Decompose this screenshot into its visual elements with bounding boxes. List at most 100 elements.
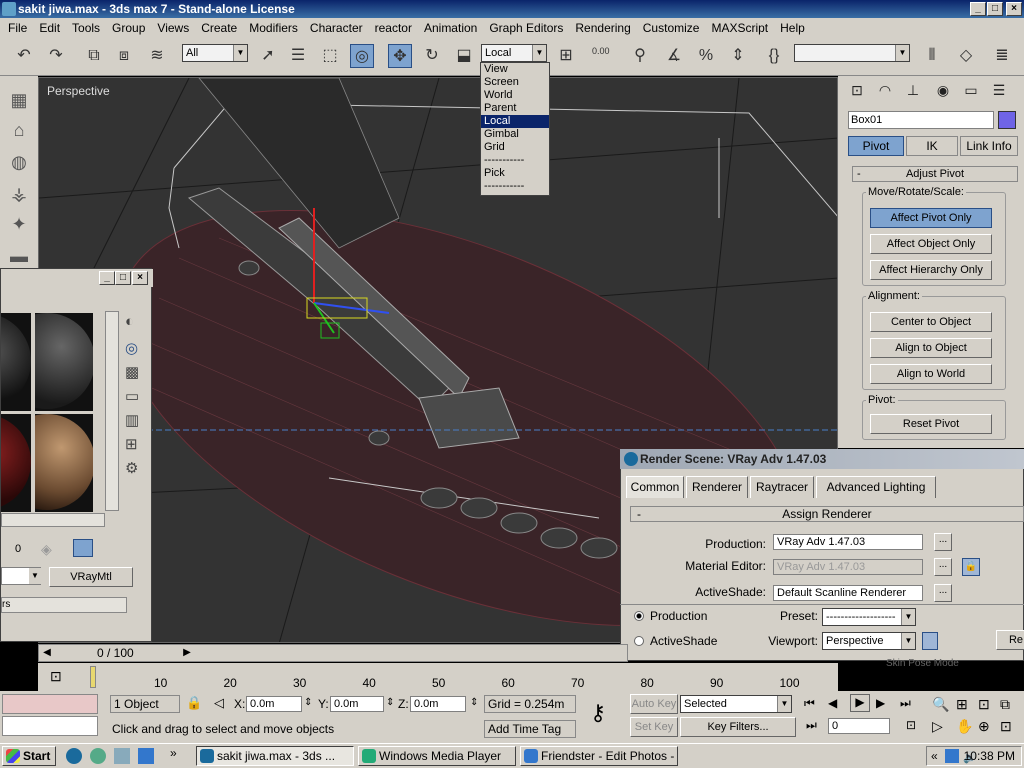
tab-common[interactable]: Common <box>626 476 684 498</box>
select-and-scale-icon[interactable]: ⬓ <box>452 44 476 68</box>
unlink-icon[interactable]: ⧈ <box>112 44 136 68</box>
helpers-icon[interactable]: ▬ <box>6 246 32 270</box>
auto-key-button[interactable]: Auto Key <box>630 694 678 714</box>
align-to-world-button[interactable]: Align to World <box>870 364 992 384</box>
play-icon[interactable]: ▶ <box>850 694 870 712</box>
tab-advanced-lighting[interactable]: Advanced Lighting <box>816 476 936 498</box>
quicklaunch-3dsmax-icon[interactable] <box>66 748 82 764</box>
show-map-in-viewport-icon[interactable] <box>73 539 93 557</box>
reference-coordinate-dropdown[interactable]: Local ▼ <box>481 44 547 62</box>
material-slot-1[interactable] <box>1 313 31 411</box>
goto-start-icon[interactable]: ⏮ <box>804 696 815 711</box>
material-effects-icon[interactable]: ◈ <box>41 541 52 558</box>
tab-ik[interactable]: IK <box>906 136 958 156</box>
select-by-name-icon[interactable]: ☰ <box>286 44 310 68</box>
pan-icon[interactable]: ✋ <box>956 718 973 735</box>
zoom-extents-icon[interactable]: ⊡ <box>978 696 990 713</box>
current-frame-field[interactable]: 0 <box>828 718 890 734</box>
menu-views[interactable]: Views <box>151 21 195 35</box>
material-slot-3[interactable] <box>1 414 31 512</box>
key-mode-dropdown[interactable]: Selected ▼ <box>680 695 792 713</box>
start-button[interactable]: Start <box>2 746 56 766</box>
motion-tab-icon[interactable]: ◉ <box>932 82 954 102</box>
tab-pivot[interactable]: Pivot <box>848 136 904 156</box>
menu-tools[interactable]: Tools <box>66 21 106 35</box>
task-3dsmax[interactable]: sakit jiwa.max - 3ds ... <box>196 746 354 766</box>
align-to-object-button[interactable]: Align to Object <box>870 338 992 358</box>
menu-modifiers[interactable]: Modifiers <box>243 21 304 35</box>
quicklaunch-media-player-icon[interactable] <box>90 748 106 764</box>
angle-snap-icon[interactable]: ∡ <box>662 44 686 68</box>
objects-icon[interactable]: ▦ <box>6 90 32 114</box>
affect-hierarchy-only-button[interactable]: Affect Hierarchy Only <box>870 260 992 280</box>
light-icon[interactable]: ⚶ <box>6 184 32 208</box>
edit-named-selections-icon[interactable]: {} <box>762 44 786 68</box>
material-editor-close[interactable]: × <box>132 271 148 285</box>
ref-coord-option-gimbal[interactable]: Gimbal <box>481 128 549 141</box>
menu-group[interactable]: Group <box>106 21 151 35</box>
zoom-all-icon[interactable]: ⊞ <box>956 696 968 713</box>
network-tray-icon[interactable] <box>945 749 959 763</box>
affect-object-only-button[interactable]: Affect Object Only <box>870 234 992 254</box>
time-configuration-icon[interactable]: ⊡ <box>906 718 916 732</box>
camera-icon[interactable]: ⌂ <box>6 120 32 144</box>
viewport-dropdown[interactable]: Perspective ▼ <box>822 632 916 650</box>
sample-uv-icon[interactable]: ▭ <box>125 387 139 405</box>
production-radio[interactable] <box>634 611 644 621</box>
select-object-icon[interactable]: ➚ <box>256 44 280 68</box>
ref-coord-option-view[interactable]: View <box>481 63 549 76</box>
adjust-pivot-rollout-header[interactable]: - Adjust Pivot <box>852 166 1018 182</box>
set-key-button[interactable]: Set Key <box>630 717 678 737</box>
y-spinner[interactable]: ⇕ <box>386 697 394 708</box>
region-select-icon[interactable]: ⬚ <box>318 44 342 68</box>
next-frame-icon[interactable]: ▶ <box>876 696 885 710</box>
mirror-icon[interactable]: ⫴ <box>920 44 944 68</box>
time-slider[interactable]: ◀ 0 / 100 ▶ <box>38 644 628 662</box>
z-coordinate-field[interactable]: 0.0m <box>410 696 466 712</box>
x-coordinate-field[interactable]: 0.0m <box>246 696 302 712</box>
time-slider-next-icon[interactable]: ▶ <box>179 645 195 661</box>
time-slider-prev-icon[interactable]: ◀ <box>39 645 55 661</box>
percent-snap-icon[interactable]: % <box>694 44 718 68</box>
viewport-label[interactable]: Perspective <box>47 84 110 98</box>
tab-renderer[interactable]: Renderer <box>686 476 748 498</box>
display-tab-icon[interactable]: ▭ <box>960 82 982 102</box>
maxscript-listener-white[interactable] <box>2 716 98 736</box>
add-time-tag-field[interactable]: Add Time Tag <box>484 720 576 738</box>
selection-filter-dropdown[interactable]: All ▼ <box>182 44 248 62</box>
ref-coord-option-local[interactable]: Local <box>481 115 549 128</box>
ref-coord-option-pick[interactable]: Pick <box>481 167 549 180</box>
viewport-lock-icon[interactable] <box>922 632 938 650</box>
assign-renderer-rollout-header[interactable]: - Assign Renderer <box>630 506 1024 522</box>
tab-raytracer[interactable]: Raytracer <box>750 476 814 498</box>
goto-end-icon[interactable]: ⏭ <box>900 696 911 711</box>
material-type-button[interactable]: VRayMtl <box>49 567 133 587</box>
hierarchy-tab-icon[interactable]: ⊥ <box>902 82 924 102</box>
affect-pivot-only-button[interactable]: Affect Pivot Only <box>870 208 992 228</box>
menu-reactor[interactable]: reactor <box>369 21 418 35</box>
layer-manager-icon[interactable]: ≣ <box>990 44 1014 68</box>
maxscript-listener-pink[interactable] <box>2 694 98 714</box>
choose-material-editor-renderer-button[interactable]: ... <box>934 558 952 576</box>
material-rollout-header[interactable]: rs <box>1 597 127 613</box>
preset-dropdown[interactable]: ------------------- ▼ <box>822 608 916 626</box>
menu-customize[interactable]: Customize <box>637 21 706 35</box>
material-slot-4[interactable] <box>35 414 93 512</box>
video-color-check-icon[interactable]: ▥ <box>125 411 139 429</box>
backlight-icon[interactable]: ◎ <box>125 339 138 357</box>
menu-edit[interactable]: Edit <box>33 21 66 35</box>
minimize-button[interactable]: _ <box>970 2 986 16</box>
time-slider-handle[interactable] <box>90 666 96 688</box>
material-slot-2[interactable] <box>35 313 93 411</box>
menu-character[interactable]: Character <box>304 21 369 35</box>
window-crossing-icon[interactable]: ◎ <box>350 44 374 68</box>
select-and-rotate-icon[interactable]: ↻ <box>420 44 444 68</box>
object-color-swatch[interactable] <box>998 111 1016 129</box>
background-checker-icon[interactable]: ▩ <box>125 363 139 381</box>
star-icon[interactable]: ✦ <box>6 214 32 238</box>
pivot-center-icon[interactable]: ⊞ <box>554 44 578 68</box>
modify-tab-icon[interactable]: ◠ <box>874 82 896 102</box>
maximize-viewport-icon[interactable]: ⊡ <box>1000 718 1012 735</box>
curve-editor-icon[interactable]: ⊡ <box>50 668 62 685</box>
material-editor-minimize[interactable]: _ <box>99 271 115 285</box>
